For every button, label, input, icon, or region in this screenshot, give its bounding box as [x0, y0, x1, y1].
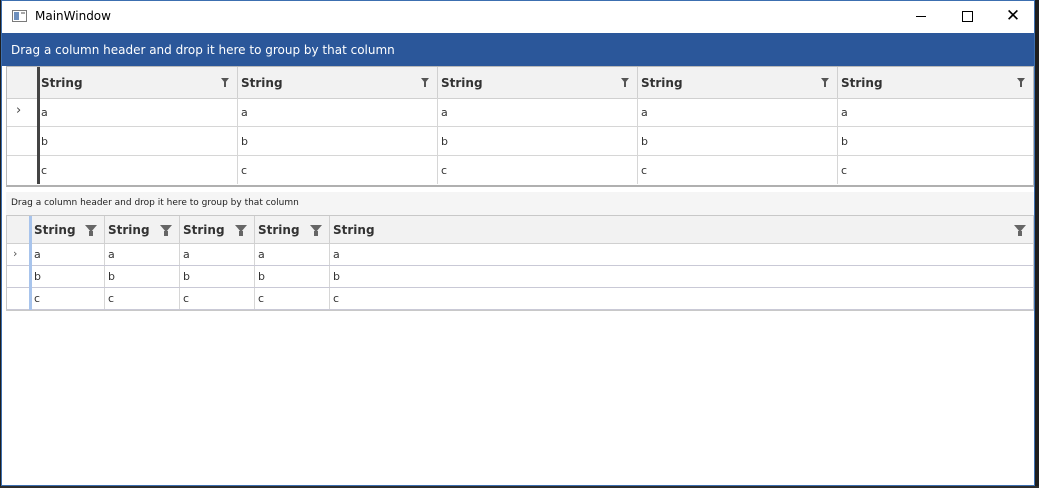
- data-grid-1: Drag a column header and drop it here to…: [2, 33, 1034, 188]
- filter-icon[interactable]: [421, 78, 429, 87]
- table-cell[interactable]: c: [329, 288, 1033, 309]
- table-cell[interactable]: a: [179, 244, 254, 265]
- table-row[interactable]: b b b b b: [7, 127, 1033, 156]
- table-cell[interactable]: a: [437, 98, 637, 126]
- filter-icon[interactable]: [1017, 78, 1025, 87]
- column-header[interactable]: String: [437, 67, 637, 98]
- column-header[interactable]: String: [29, 216, 104, 243]
- frozen-column-splitter[interactable]: [29, 216, 32, 310]
- filter-icon[interactable]: [235, 225, 247, 236]
- column-header-label: String: [641, 76, 683, 90]
- column-header-label: String: [34, 223, 76, 237]
- table-cell[interactable]: a: [254, 244, 329, 265]
- filter-icon[interactable]: [1014, 225, 1026, 236]
- table-cell[interactable]: b: [254, 266, 329, 287]
- chevron-right-icon: ›: [16, 103, 22, 118]
- column-header[interactable]: String: [837, 67, 1033, 98]
- maximize-icon: [961, 11, 973, 22]
- chevron-right-icon: ›: [13, 247, 18, 260]
- maximize-button[interactable]: [944, 1, 990, 32]
- grid-header-row: String String String String String: [7, 216, 1033, 244]
- column-header-label: String: [183, 223, 225, 237]
- table-cell[interactable]: b: [329, 266, 1033, 287]
- filter-icon[interactable]: [821, 78, 829, 87]
- table-cell[interactable]: a: [104, 244, 179, 265]
- table-cell[interactable]: b: [29, 266, 104, 287]
- filter-icon[interactable]: [621, 78, 629, 87]
- table-row[interactable]: › a a a a a: [7, 98, 1033, 127]
- close-button[interactable]: ✕: [990, 1, 1034, 32]
- filter-icon[interactable]: [221, 78, 229, 87]
- grid-header-row: String String String String String: [7, 67, 1033, 99]
- column-header[interactable]: String: [179, 216, 254, 243]
- column-header[interactable]: String: [37, 67, 237, 98]
- column-header[interactable]: String: [329, 216, 1033, 243]
- table-cell[interactable]: b: [37, 127, 237, 155]
- column-header[interactable]: String: [637, 67, 837, 98]
- table-cell[interactable]: c: [104, 288, 179, 309]
- row-indicator: ›: [7, 98, 37, 126]
- table-cell[interactable]: b: [104, 266, 179, 287]
- table-cell[interactable]: b: [237, 127, 437, 155]
- table-cell[interactable]: c: [37, 156, 237, 184]
- table-cell[interactable]: b: [437, 127, 637, 155]
- window-title: MainWindow: [35, 9, 111, 23]
- table-cell[interactable]: a: [329, 244, 1033, 265]
- grid-body: String String String String String › a a…: [6, 66, 1034, 187]
- table-cell[interactable]: a: [837, 98, 1033, 126]
- table-row[interactable]: b b b b b: [7, 266, 1033, 288]
- table-cell[interactable]: b: [837, 127, 1033, 155]
- table-cell[interactable]: c: [437, 156, 637, 184]
- column-header[interactable]: String: [237, 67, 437, 98]
- data-grid-2: String String String String String › a a…: [6, 215, 1034, 311]
- table-cell[interactable]: c: [254, 288, 329, 309]
- table-cell[interactable]: c: [837, 156, 1033, 184]
- table-cell[interactable]: c: [29, 288, 104, 309]
- app-icon: [12, 10, 27, 22]
- table-row[interactable]: c c c c c: [7, 156, 1033, 185]
- table-cell[interactable]: b: [637, 127, 837, 155]
- filter-icon[interactable]: [160, 225, 172, 236]
- close-icon: ✕: [1005, 6, 1021, 26]
- main-window: MainWindow ✕ Drag a column header and dr…: [1, 0, 1035, 486]
- filter-icon[interactable]: [310, 225, 322, 236]
- table-cell[interactable]: a: [29, 244, 104, 265]
- group-panel-2[interactable]: Drag a column header and drop it here to…: [6, 192, 1034, 215]
- column-header-label: String: [841, 76, 883, 90]
- title-bar[interactable]: MainWindow ✕: [2, 1, 1034, 32]
- column-header-label: String: [441, 76, 483, 90]
- table-cell[interactable]: a: [37, 98, 237, 126]
- column-header[interactable]: String: [104, 216, 179, 243]
- table-cell[interactable]: c: [637, 156, 837, 184]
- filter-icon[interactable]: [85, 225, 97, 236]
- table-cell[interactable]: c: [179, 288, 254, 309]
- table-cell[interactable]: b: [179, 266, 254, 287]
- column-header-label: String: [241, 76, 283, 90]
- column-header-label: String: [108, 223, 150, 237]
- table-cell[interactable]: c: [237, 156, 437, 184]
- minimize-icon: [916, 16, 926, 17]
- column-header[interactable]: String: [254, 216, 329, 243]
- group-panel[interactable]: Drag a column header and drop it here to…: [2, 33, 1034, 66]
- minimize-button[interactable]: [898, 1, 944, 32]
- column-header-label: String: [41, 76, 83, 90]
- column-header-label: String: [258, 223, 300, 237]
- table-row[interactable]: c c c c c: [7, 288, 1033, 310]
- column-header-label: String: [333, 223, 375, 237]
- table-row[interactable]: › a a a a a: [7, 244, 1033, 266]
- table-cell[interactable]: a: [637, 98, 837, 126]
- frozen-column-splitter[interactable]: [37, 67, 40, 184]
- row-indicator: ›: [7, 244, 29, 265]
- table-cell[interactable]: a: [237, 98, 437, 126]
